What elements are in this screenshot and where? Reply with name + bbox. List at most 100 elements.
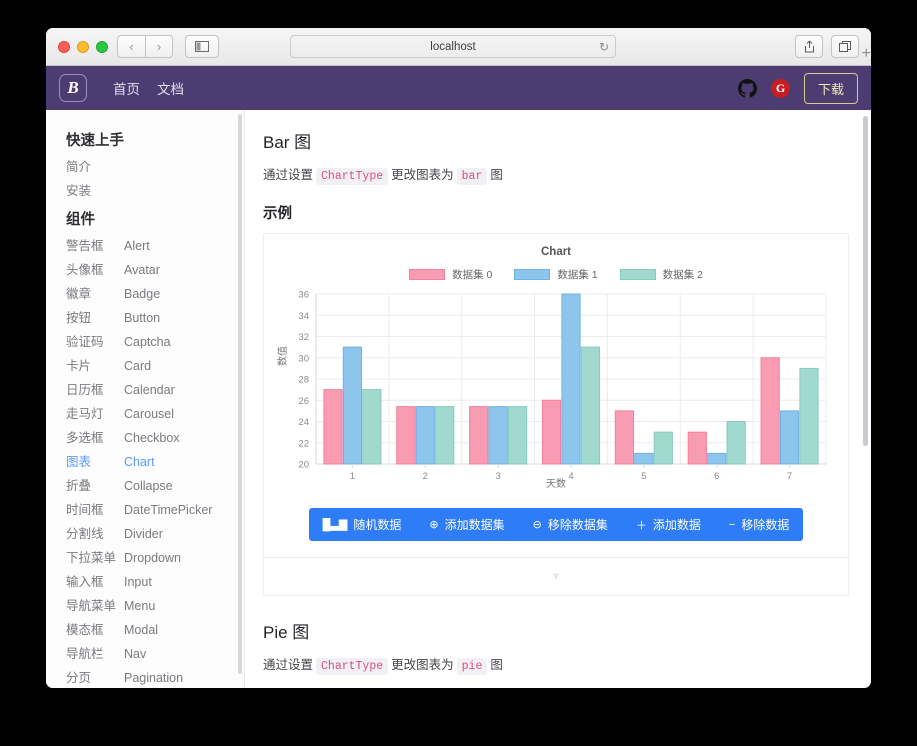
y-tick-label: 24 — [298, 417, 309, 428]
sidebar-item-input[interactable]: 输入框Input — [46, 570, 244, 594]
share-button[interactable] — [795, 35, 823, 58]
share-icon — [804, 40, 815, 53]
bar-4-0[interactable] — [615, 411, 633, 464]
y-tick-label: 20 — [298, 460, 309, 471]
bar-4-2[interactable] — [654, 432, 672, 464]
bar-3-1[interactable] — [562, 294, 580, 464]
sidebar-item-g0-1[interactable]: 安装 — [46, 179, 244, 203]
sidebar-item-calendar[interactable]: 日历框Calendar — [46, 378, 244, 402]
sidebar-item-carousel[interactable]: 走马灯Carousel — [46, 402, 244, 426]
page-scrollbar[interactable] — [863, 116, 868, 446]
reload-icon[interactable]: ↻ — [599, 40, 609, 54]
sidebar-item-g0-0[interactable]: 简介 — [46, 155, 244, 179]
minimize-window-button[interactable] — [77, 41, 89, 53]
sidebar-item-chart[interactable]: 图表Chart — [46, 450, 244, 474]
sidebar-item-avatar[interactable]: 头像框Avatar — [46, 258, 244, 282]
sidebar-item-checkbox[interactable]: 多选框Checkbox — [46, 426, 244, 450]
sidebar-scrollbar[interactable] — [238, 114, 242, 674]
chevron-down-icon[interactable]: ▼ — [551, 571, 562, 583]
sidebar-group-title: 快速上手 — [46, 124, 244, 155]
bar-3-0[interactable] — [542, 400, 560, 464]
sidebar-item-divider[interactable]: 分割线Divider — [46, 522, 244, 546]
sidebar-item-label-en: Calendar — [124, 383, 175, 397]
sidebar-item-menu[interactable]: 导航菜单Menu — [46, 594, 244, 618]
bar-5-2[interactable] — [727, 422, 745, 465]
legend-item-0[interactable]: 数据集 0 — [409, 267, 492, 282]
pie-desc-middle: 更改图表为 — [391, 658, 454, 672]
sidebar-item-label-cn: 分割线 — [66, 527, 124, 541]
minus-action-button[interactable]: −移除数据 — [715, 508, 803, 541]
tool-btn-label: 随机数据 — [353, 516, 401, 533]
new-tab-button[interactable]: + — [862, 45, 871, 63]
tool-btn-label: 移除数据 — [741, 516, 789, 533]
forward-button[interactable]: › — [145, 35, 173, 58]
sidebar-item-label-en: Button — [124, 311, 160, 325]
legend-item-1[interactable]: 数据集 1 — [514, 267, 597, 282]
sidebar-item-label-en: Input — [124, 575, 152, 589]
close-window-button[interactable] — [58, 41, 70, 53]
site-nav-item-docs[interactable]: 文档 — [157, 78, 184, 98]
bar-1-2[interactable] — [436, 407, 454, 464]
site-header-right: G 下载 — [738, 73, 858, 104]
sidebar-item-card[interactable]: 卡片Card — [46, 354, 244, 378]
bar-demo-footer[interactable]: ▼ — [264, 557, 848, 595]
plus-action-button[interactable]: ＋添加数据 — [622, 508, 715, 541]
download-button[interactable]: 下载 — [804, 73, 858, 104]
sidebar-item-datetimepicker[interactable]: 时间框DateTimePicker — [46, 498, 244, 522]
sidebar-item-label-en: Divider — [124, 527, 163, 541]
show-tabs-button[interactable] — [831, 35, 859, 58]
sidebar-item-label-en: Captcha — [124, 335, 171, 349]
bar-2-0[interactable] — [470, 407, 488, 464]
sidebar-item-nav[interactable]: 导航栏Nav — [46, 642, 244, 666]
bar-chart-icon: █▃▇ — [323, 518, 348, 531]
sidebar-toggle-button[interactable] — [185, 35, 219, 58]
pie-charttype-code: ChartType — [316, 658, 388, 675]
pie-desc-suffix: 图 — [490, 658, 503, 672]
bar-1-0[interactable] — [397, 407, 415, 464]
maximize-window-button[interactable] — [96, 41, 108, 53]
address-bar[interactable]: localhost ↻ — [290, 35, 616, 58]
bar-5-1[interactable] — [708, 453, 726, 464]
site-logo[interactable]: B — [59, 74, 87, 102]
sidebar-item-label-cn: 头像框 — [66, 263, 124, 277]
plus-circle-action-button[interactable]: ⊕添加数据集 — [415, 508, 518, 541]
bar-4-1[interactable] — [635, 453, 653, 464]
sidebar-item-button[interactable]: 按钮Button — [46, 306, 244, 330]
bar-section-heading: Bar 图 — [263, 128, 849, 153]
bar-2-2[interactable] — [508, 407, 526, 464]
chart-title: Chart — [278, 246, 834, 258]
bar-6-1[interactable] — [780, 411, 798, 464]
sidebar-item-label-en: Avatar — [124, 263, 160, 277]
sidebar-item-label-cn: 折叠 — [66, 479, 124, 493]
bar-6-2[interactable] — [800, 368, 818, 464]
bar-0-0[interactable] — [324, 390, 342, 464]
sidebar-item-label-en: Nav — [124, 647, 146, 661]
github-icon[interactable] — [738, 79, 757, 98]
bar-0-2[interactable] — [363, 390, 381, 464]
pie-section-description: 通过设置ChartType更改图表为pie图 — [263, 654, 849, 673]
sidebar-item-label-en: Collapse — [124, 479, 173, 493]
bar-1-1[interactable] — [416, 407, 434, 464]
gitee-icon[interactable]: G — [771, 79, 790, 98]
x-axis-title: 天数 — [278, 475, 834, 490]
bar-3-2[interactable] — [581, 347, 599, 464]
bar-chart-action-button[interactable]: █▃▇ 随机数据 — [309, 508, 416, 541]
site-nav-item-home[interactable]: 首页 — [113, 78, 140, 98]
page-body: 快速上手简介安装组件警告框Alert头像框Avatar徽章Badge按钮Butt… — [46, 110, 871, 688]
bar-5-0[interactable] — [688, 432, 706, 464]
legend-item-2[interactable]: 数据集 2 — [620, 267, 703, 282]
bar-6-0[interactable] — [761, 358, 779, 464]
sidebar-item-pagination[interactable]: 分页Pagination — [46, 666, 244, 688]
minus-circle-action-button[interactable]: ⊖移除数据集 — [519, 508, 622, 541]
sidebar-item-modal[interactable]: 模态框Modal — [46, 618, 244, 642]
bar-0-1[interactable] — [343, 347, 361, 464]
back-button[interactable]: ‹ — [117, 35, 145, 58]
sidebar-item-collapse[interactable]: 折叠Collapse — [46, 474, 244, 498]
bar-2-1[interactable] — [489, 407, 507, 464]
sidebar-group-title: 组件 — [46, 203, 244, 234]
sidebar-item-captcha[interactable]: 验证码Captcha — [46, 330, 244, 354]
sidebar-item-dropdown[interactable]: 下拉菜单Dropdown — [46, 546, 244, 570]
sidebar-item-alert[interactable]: 警告框Alert — [46, 234, 244, 258]
y-tick-label: 22 — [298, 438, 309, 449]
sidebar-item-badge[interactable]: 徽章Badge — [46, 282, 244, 306]
